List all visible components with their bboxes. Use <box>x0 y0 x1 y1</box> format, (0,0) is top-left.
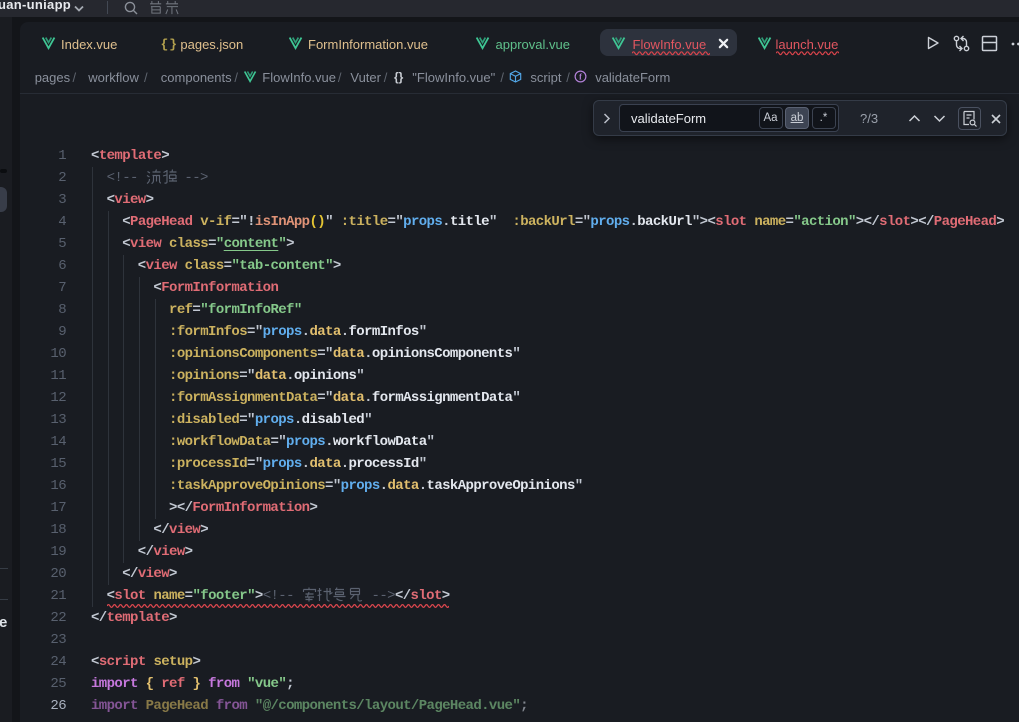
svg-text:f: f <box>579 72 582 81</box>
